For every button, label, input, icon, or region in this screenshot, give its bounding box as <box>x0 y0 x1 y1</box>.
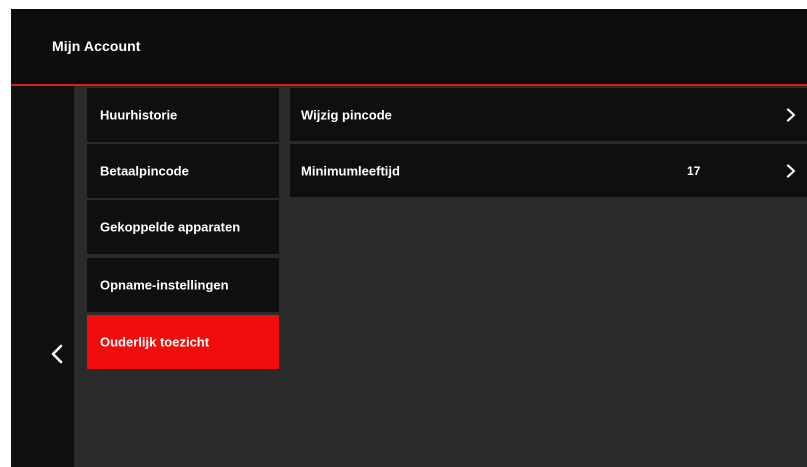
setting-minimumleeftijd[interactable]: Minimumleeftijd 17 <box>290 144 807 197</box>
menu-item-label: Ouderlijk toezicht <box>100 334 210 350</box>
chevron-right-icon <box>786 107 796 122</box>
menu-item-betaalpincode[interactable]: Betaalpincode <box>87 144 279 198</box>
menu-item-huurhistorie[interactable]: Huurhistorie <box>87 88 279 142</box>
menu-item-ouderlijk-toezicht[interactable]: Ouderlijk toezicht <box>87 315 279 369</box>
header-bar: Mijn Account <box>11 9 807 86</box>
menu-item-label: Opname-instellingen <box>100 277 229 293</box>
setting-label: Wijzig pincode <box>301 107 392 122</box>
setting-value: 17 <box>687 163 701 178</box>
setting-wijzig-pincode[interactable]: Wijzig pincode <box>290 88 807 141</box>
menu-item-label: Betaalpincode <box>100 163 189 179</box>
setting-label: Minimumleeftijd <box>301 163 400 178</box>
chevron-right-icon <box>786 163 796 178</box>
menu-item-gekoppelde-apparaten[interactable]: Gekoppelde apparaten <box>87 200 279 254</box>
menu-item-opname-instellingen[interactable]: Opname-instellingen <box>87 258 279 312</box>
back-button[interactable] <box>11 86 74 467</box>
chevron-left-icon <box>51 344 63 364</box>
menu-item-label: Gekoppelde apparaten <box>100 219 241 235</box>
app-window: Mijn Account Huurhistorie Betaalpincode … <box>11 9 807 467</box>
menu-item-label: Huurhistorie <box>100 107 178 123</box>
page-title: Mijn Account <box>52 38 141 54</box>
